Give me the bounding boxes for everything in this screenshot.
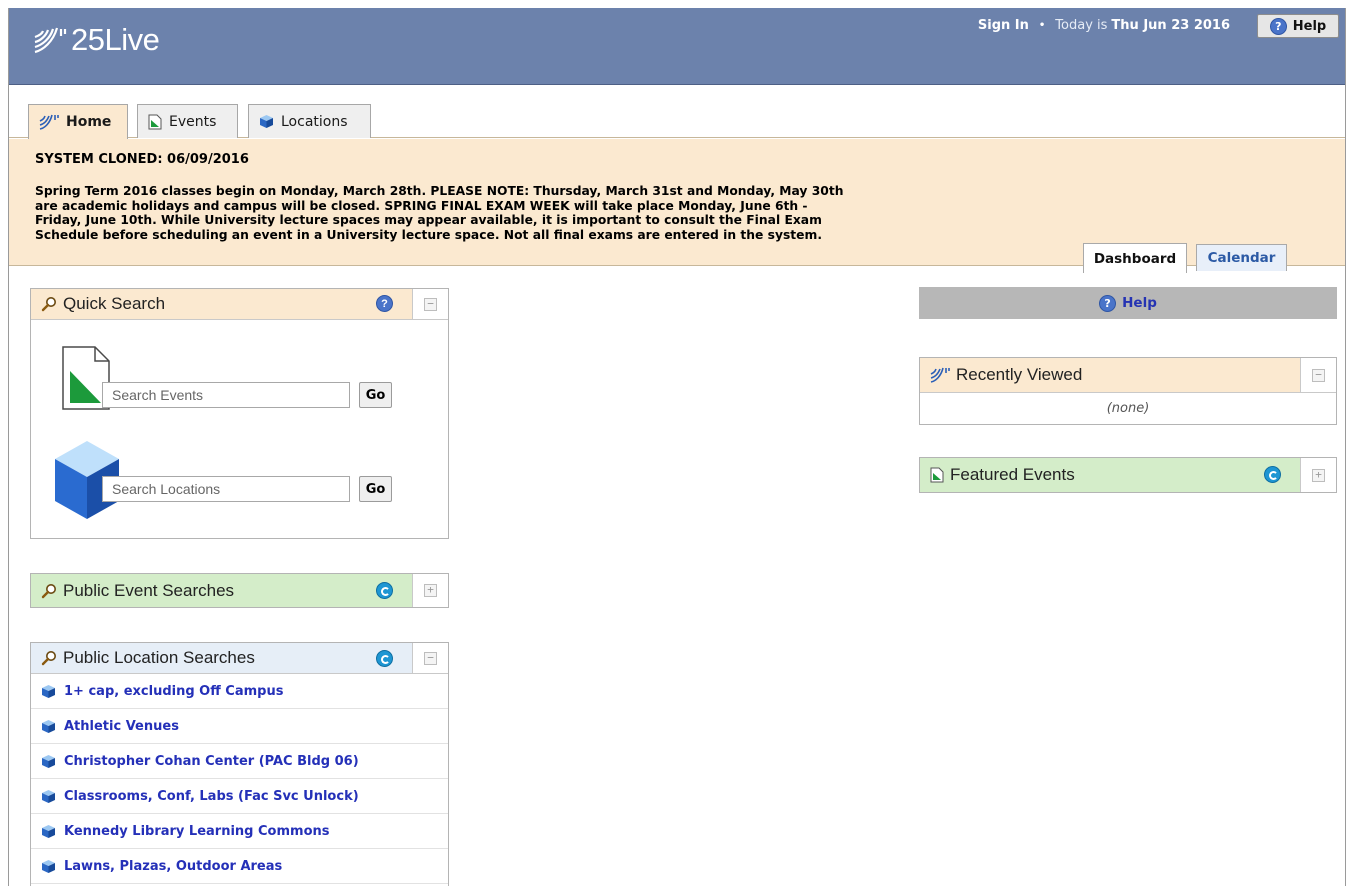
public-location-searches-panel: Public Location Searches − 1+ cap, exclu…: [30, 642, 449, 886]
public-event-searches-title: Public Event Searches: [63, 580, 235, 600]
magnifier-icon: [41, 297, 56, 312]
tab-calendar[interactable]: Calendar: [1196, 244, 1287, 271]
tab-events[interactable]: Events: [137, 104, 238, 138]
location-search-label: Christopher Cohan Center (PAC Bldg 06): [64, 753, 359, 769]
announcement-title: SYSTEM CLONED: 06/09/2016: [35, 152, 249, 167]
tab-events-label: Events: [169, 113, 217, 130]
announcement-body: Spring Term 2016 classes begin on Monday…: [35, 184, 995, 242]
plus-box-icon: +: [424, 584, 437, 597]
minus-box-icon: −: [424, 651, 437, 665]
public-event-searches-header: Public Event Searches +: [31, 574, 448, 607]
location-cube-icon: [42, 754, 55, 768]
recently-viewed-header: Recently Viewed −: [920, 358, 1336, 393]
tab-home[interactable]: Home: [28, 104, 128, 139]
header-status: Sign In • Today is Thu Jun 23 2016: [978, 18, 1230, 33]
location-cube-icon: [260, 115, 273, 128]
today-prefix: Today is: [1055, 18, 1108, 33]
featured-events-title: Featured Events: [950, 465, 1075, 484]
announcement-banner: SYSTEM CLONED: 06/09/2016 Spring Term 20…: [9, 139, 1345, 273]
featured-events-panel: Featured Events +: [919, 457, 1337, 493]
location-search-label: Athletic Venues: [64, 718, 179, 734]
location-cube-icon: [42, 719, 55, 733]
location-cube-icon: [42, 824, 55, 838]
collapse-button[interactable]: −: [412, 643, 448, 673]
location-search-item[interactable]: Lawns, Plazas, Outdoor Areas: [31, 849, 448, 884]
app-frame: 25Live Sign In • Today is Thu Jun 23 201…: [8, 8, 1346, 886]
tab-home-label: Home: [66, 114, 112, 130]
refresh-icon[interactable]: [376, 582, 393, 599]
recent-swoosh-icon: [930, 367, 950, 383]
public-location-searches-header: Public Location Searches −: [31, 643, 448, 674]
quick-search-panel: Quick Search ? − Search Events Go Search…: [30, 288, 449, 539]
location-search-row: Search Locations Go: [102, 476, 392, 502]
logo-text: 25Live: [71, 22, 160, 57]
dashboard-help-link[interactable]: ? Help: [919, 287, 1337, 319]
location-search-item[interactable]: Kennedy Library Learning Commons: [31, 814, 448, 849]
question-icon: ?: [1099, 294, 1117, 312]
today-date: Thu Jun 23 2016: [1111, 18, 1230, 33]
featured-events-header: Featured Events +: [920, 458, 1336, 492]
minus-box-icon: −: [424, 297, 437, 311]
announcement-line: Schedule before scheduling an event in a…: [35, 227, 823, 242]
public-event-searches-panel: Public Event Searches +: [30, 573, 449, 608]
collapse-button[interactable]: −: [412, 289, 448, 319]
help-button[interactable]: ? Help: [1257, 14, 1339, 38]
location-search-item[interactable]: 1+ cap, excluding Off Campus: [31, 674, 448, 709]
expand-button[interactable]: +: [412, 574, 448, 607]
sign-in-link[interactable]: Sign In: [978, 18, 1029, 33]
recently-viewed-panel: Recently Viewed − (none): [919, 357, 1337, 425]
search-locations-input[interactable]: Search Locations: [102, 476, 350, 502]
location-search-item[interactable]: Christopher Cohan Center (PAC Bldg 06): [31, 744, 448, 779]
help-button-label: Help: [1292, 18, 1327, 34]
top-header: 25Live Sign In • Today is Thu Jun 23 201…: [9, 8, 1345, 85]
announcement-line: are academic holidays and campus will be…: [35, 198, 808, 213]
recently-viewed-empty: (none): [1106, 401, 1150, 416]
location-cube-icon: [42, 859, 55, 873]
tab-locations-label: Locations: [281, 113, 348, 130]
magnifier-icon: [41, 583, 56, 598]
event-document-icon: [930, 467, 944, 483]
location-search-item[interactable]: Athletic Venues: [31, 709, 448, 744]
recently-viewed-title: Recently Viewed: [956, 365, 1083, 384]
search-events-go-button[interactable]: Go: [359, 382, 392, 408]
location-cube-icon: [42, 684, 55, 698]
quick-search-header: Quick Search ? −: [31, 289, 448, 320]
announcement-line: Spring Term 2016 classes begin on Monday…: [35, 184, 844, 198]
logo[interactable]: 25Live: [33, 22, 160, 58]
location-search-item[interactable]: Classrooms, Conf, Labs (Fac Svc Unlock): [31, 779, 448, 814]
main-tab-bar: Home Events Locations: [9, 86, 1345, 139]
tab-locations[interactable]: Locations: [248, 104, 371, 138]
collapse-button[interactable]: −: [1300, 358, 1336, 392]
location-search-label: Lawns, Plazas, Outdoor Areas: [64, 858, 283, 874]
event-search-row: Search Events Go: [102, 382, 392, 408]
home-swoosh-icon: [39, 114, 59, 130]
minus-box-icon: −: [1312, 368, 1325, 382]
event-document-icon: [148, 114, 162, 129]
search-locations-go-button[interactable]: Go: [359, 476, 392, 502]
question-icon: ?: [1269, 17, 1287, 35]
refresh-icon[interactable]: [1264, 466, 1281, 483]
plus-box-icon: +: [1312, 468, 1325, 482]
public-location-searches-title: Public Location Searches: [63, 648, 255, 667]
search-events-input[interactable]: Search Events: [102, 382, 350, 408]
location-search-label: Classrooms, Conf, Labs (Fac Svc Unlock): [64, 788, 359, 804]
location-search-label: 1+ cap, excluding Off Campus: [64, 683, 284, 699]
header-separator: •: [1038, 20, 1046, 31]
location-cube-icon: [42, 789, 55, 803]
quick-search-help-icon[interactable]: ?: [376, 295, 393, 312]
magnifier-icon: [41, 651, 56, 666]
announcement-line: Friday, June 10th. While University lect…: [35, 213, 822, 227]
dashboard-help-label: Help: [1122, 295, 1157, 311]
quick-search-title: Quick Search: [63, 294, 166, 313]
location-search-list: 1+ cap, excluding Off Campus Athletic Ve…: [31, 674, 448, 884]
location-search-label: Kennedy Library Learning Commons: [64, 823, 330, 839]
expand-button[interactable]: +: [1300, 458, 1336, 492]
refresh-icon[interactable]: [376, 650, 393, 667]
tab-dashboard[interactable]: Dashboard: [1083, 243, 1187, 273]
logo-swoosh-icon: [34, 27, 67, 54]
